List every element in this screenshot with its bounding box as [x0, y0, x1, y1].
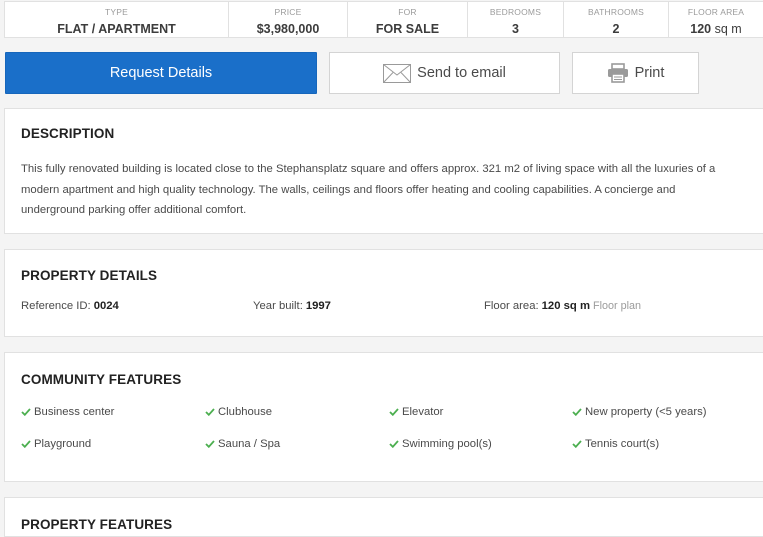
description-text: This fully renovated building is located…: [21, 159, 741, 221]
feature-label: Elevator: [402, 406, 444, 418]
feature-label: New property (<5 years): [585, 406, 707, 418]
year-built: Year built: 1997: [253, 300, 331, 312]
reference-id: Reference ID: 0024: [21, 300, 119, 312]
feature-label: Tennis court(s): [585, 438, 660, 450]
send-to-email-label: Send to email: [417, 65, 506, 81]
check-icon: [389, 408, 399, 416]
summary-bedrooms: BEDROOMS 3: [468, 2, 564, 37]
summary-type-value: FLAT / APARTMENT: [57, 22, 176, 36]
year-built-value: 1997: [305, 300, 331, 312]
summary-bathrooms-value: 2: [612, 22, 620, 36]
summary-price: PRICE $3,980,000: [229, 2, 348, 37]
description-line-2: modern apartment and high quality techno…: [21, 183, 676, 196]
description-line-3: underground parking offer additional com…: [21, 204, 247, 216]
summary-bedrooms-value: 3: [512, 22, 519, 36]
summary-floor-area-value: 120 sq m: [669, 22, 763, 36]
summary-bedrooms-label: BEDROOMS: [489, 7, 542, 17]
property-details-title: PROPERTY DETAILS: [21, 268, 158, 283]
property-features-title: PROPERTY FEATURES: [21, 517, 173, 532]
year-built-label: Year built:: [253, 300, 303, 312]
community-features-title: COMMUNITY FEATURES: [21, 372, 182, 387]
feature-label: Clubhouse: [218, 406, 273, 418]
summary-price-label: PRICE: [274, 7, 302, 17]
summary-for: FOR FOR SALE: [348, 2, 468, 37]
feature-item: Business center: [21, 406, 114, 418]
check-icon: [389, 440, 399, 448]
feature-item: Sauna / Spa: [205, 438, 280, 450]
check-icon: [572, 408, 582, 416]
summary-for-value: FOR SALE: [375, 22, 440, 36]
floor-area-detail: Floor area: 120 sq m Floor plan: [484, 300, 641, 312]
feature-item: Clubhouse: [205, 406, 272, 418]
request-details-label: Request Details: [109, 65, 213, 81]
property-summary-bar: TYPE FLAT / APARTMENT PRICE $3,980,000 F…: [4, 1, 763, 38]
check-icon: [572, 440, 582, 448]
description-panel: DESCRIPTION This fully renovated buildin…: [4, 108, 763, 234]
check-icon: [21, 440, 31, 448]
send-to-email-button[interactable]: Send to email: [329, 52, 560, 94]
check-icon: [205, 440, 215, 448]
envelope-icon: [383, 63, 412, 83]
feature-item: Elevator: [389, 406, 443, 418]
feature-item: Tennis court(s): [572, 438, 659, 450]
reference-id-value: 0024: [93, 300, 119, 312]
description-title: DESCRIPTION: [21, 126, 115, 141]
printer-icon: [607, 63, 628, 83]
floor-area-unit: sq m: [714, 22, 742, 36]
property-details-panel: PROPERTY DETAILS Reference ID: 0024 Year …: [4, 249, 763, 337]
summary-price-value: $3,980,000: [256, 22, 320, 36]
summary-type: TYPE FLAT / APARTMENT: [5, 2, 229, 37]
summary-for-label: FOR: [398, 7, 417, 17]
feature-label: Business center: [34, 406, 115, 418]
community-features-panel: COMMUNITY FEATURES Business center Clubh…: [4, 352, 763, 482]
floor-area-number: 120: [690, 22, 712, 36]
summary-floor-area: FLOOR AREA 120 sq m: [669, 2, 763, 37]
feature-label: Swimming pool(s): [402, 438, 492, 450]
feature-item: Swimming pool(s): [389, 438, 492, 450]
print-label: Print: [634, 65, 665, 81]
feature-label: Playground: [34, 438, 92, 450]
summary-floor-area-label: FLOOR AREA: [687, 7, 745, 17]
floor-area-detail-label: Floor area:: [484, 300, 539, 312]
request-details-button[interactable]: Request Details: [5, 52, 317, 94]
feature-item: New property (<5 years): [572, 406, 707, 418]
check-icon: [205, 408, 215, 416]
summary-bathrooms-label: BATHROOMS: [588, 7, 644, 17]
floor-area-detail-value: 120 sq m: [541, 300, 590, 312]
summary-bathrooms: BATHROOMS 2: [564, 2, 669, 37]
floor-plan-link[interactable]: Floor plan: [593, 300, 641, 312]
feature-item: Playground: [21, 438, 91, 450]
property-features-panel: PROPERTY FEATURES: [4, 497, 763, 537]
summary-type-label: TYPE: [104, 7, 128, 17]
description-line-1: This fully renovated building is located…: [21, 163, 716, 175]
check-icon: [21, 408, 31, 416]
reference-id-label: Reference ID:: [21, 300, 91, 312]
print-button[interactable]: Print: [572, 52, 699, 94]
feature-label: Sauna / Spa: [218, 438, 281, 450]
